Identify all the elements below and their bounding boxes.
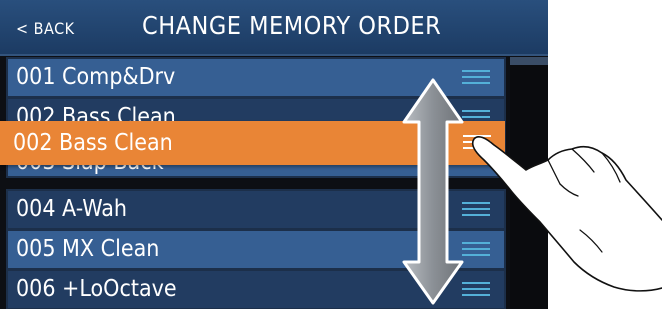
title-bar: < BACK CHANGE MEMORY ORDER [0,0,548,56]
back-button[interactable]: < BACK [16,19,75,38]
device-screen: < BACK CHANGE MEMORY ORDER 001 Comp&Drv … [0,0,548,309]
drag-handle-icon[interactable] [462,202,490,216]
list-item-005[interactable]: 005 MX Clean [6,229,506,270]
dragging-list-item[interactable]: 002 Bass Clean [0,121,505,165]
list-item-001[interactable]: 001 Comp&Drv [6,57,506,98]
drag-handle-icon[interactable] [462,70,490,84]
dragging-item-label: 002 Bass Clean [13,130,173,156]
list-item-label: 004 A-Wah [16,196,128,222]
drag-handle-icon[interactable] [462,242,490,256]
drag-handle-icon[interactable] [462,282,490,296]
drag-handle-icon[interactable] [463,135,491,149]
scrollbar-track[interactable] [510,57,548,309]
list-item-label: 005 MX Clean [16,236,160,262]
list-item-label: 001 Comp&Drv [16,64,176,90]
list-item-004[interactable]: 004 A-Wah [6,189,506,230]
scrollbar-thumb[interactable] [510,57,548,65]
list-item-label: 006 +LoOctave [16,276,177,302]
page-title: CHANGE MEMORY ORDER [142,11,442,40]
list-item-006[interactable]: 006 +LoOctave [6,269,506,309]
